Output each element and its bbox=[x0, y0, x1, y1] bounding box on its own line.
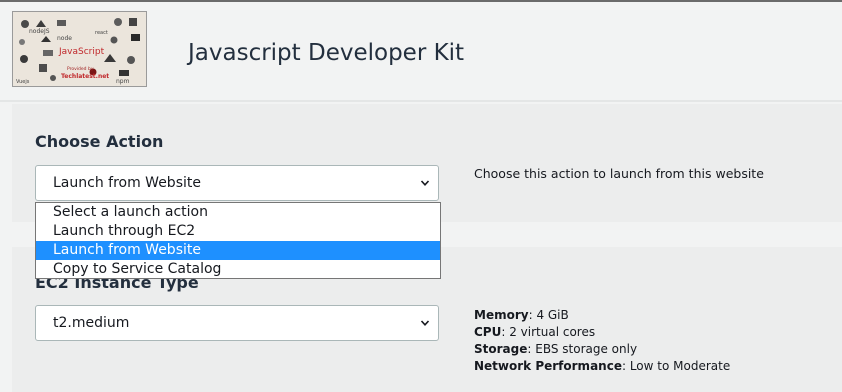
spec-key: CPU bbox=[474, 325, 502, 339]
logo-label-nodejs: nodeJS bbox=[29, 28, 50, 35]
page-header: nodeJS node npm Vuejs react JavaScript P… bbox=[0, 2, 842, 102]
spec-storage: Storage: EBS storage only bbox=[474, 342, 638, 356]
spec-value: 2 virtual cores bbox=[509, 325, 596, 339]
product-logo: nodeJS node npm Vuejs react JavaScript P… bbox=[12, 11, 147, 87]
spec-network: Network Performance: Low to Moderate bbox=[474, 359, 731, 373]
spec-key: Network Performance bbox=[474, 359, 622, 373]
page-title: Javascript Developer Kit bbox=[188, 40, 465, 66]
logo-brand-text: Techlatest.net bbox=[61, 73, 109, 80]
choose-action-select[interactable]: Launch from Website bbox=[35, 165, 439, 201]
chevron-down-icon bbox=[420, 180, 430, 186]
logo-label-node: node bbox=[57, 35, 72, 42]
spec-key: Storage bbox=[474, 342, 528, 356]
instance-specs: Memory: 4 GiB CPU: 2 virtual cores Stora… bbox=[474, 307, 730, 375]
option-select-a-launch-action[interactable]: Select a launch action bbox=[36, 203, 440, 222]
spec-memory: Memory: 4 GiB bbox=[474, 308, 569, 322]
spec-value: 4 GiB bbox=[536, 308, 569, 322]
chevron-down-icon bbox=[420, 320, 430, 326]
logo-label-vuejs: Vuejs bbox=[16, 79, 30, 85]
choose-action-dropdown-list[interactable]: Select a launch action Launch through EC… bbox=[35, 202, 441, 279]
option-launch-through-ec2[interactable]: Launch through EC2 bbox=[36, 222, 440, 241]
instance-type-select[interactable]: t2.medium bbox=[35, 305, 439, 341]
spec-value: EBS storage only bbox=[535, 342, 638, 356]
spec-cpu: CPU: 2 virtual cores bbox=[474, 325, 596, 339]
logo-main-text: JavaScript bbox=[58, 47, 105, 57]
choose-action-selected-value: Launch from Website bbox=[53, 175, 201, 191]
option-launch-from-website[interactable]: Launch from Website bbox=[36, 241, 440, 260]
spec-key: Memory bbox=[474, 308, 529, 322]
choose-action-label: Choose Action bbox=[35, 132, 164, 151]
choose-action-help-text: Choose this action to launch from this w… bbox=[474, 166, 764, 181]
instance-type-selected-value: t2.medium bbox=[53, 315, 130, 331]
logo-label-react: react bbox=[95, 30, 108, 36]
logo-label-npm: npm bbox=[116, 78, 130, 85]
logo-sub-text: Provided by bbox=[67, 66, 94, 72]
option-copy-to-service-catalog[interactable]: Copy to Service Catalog bbox=[36, 260, 440, 279]
spec-value: Low to Moderate bbox=[629, 359, 731, 373]
